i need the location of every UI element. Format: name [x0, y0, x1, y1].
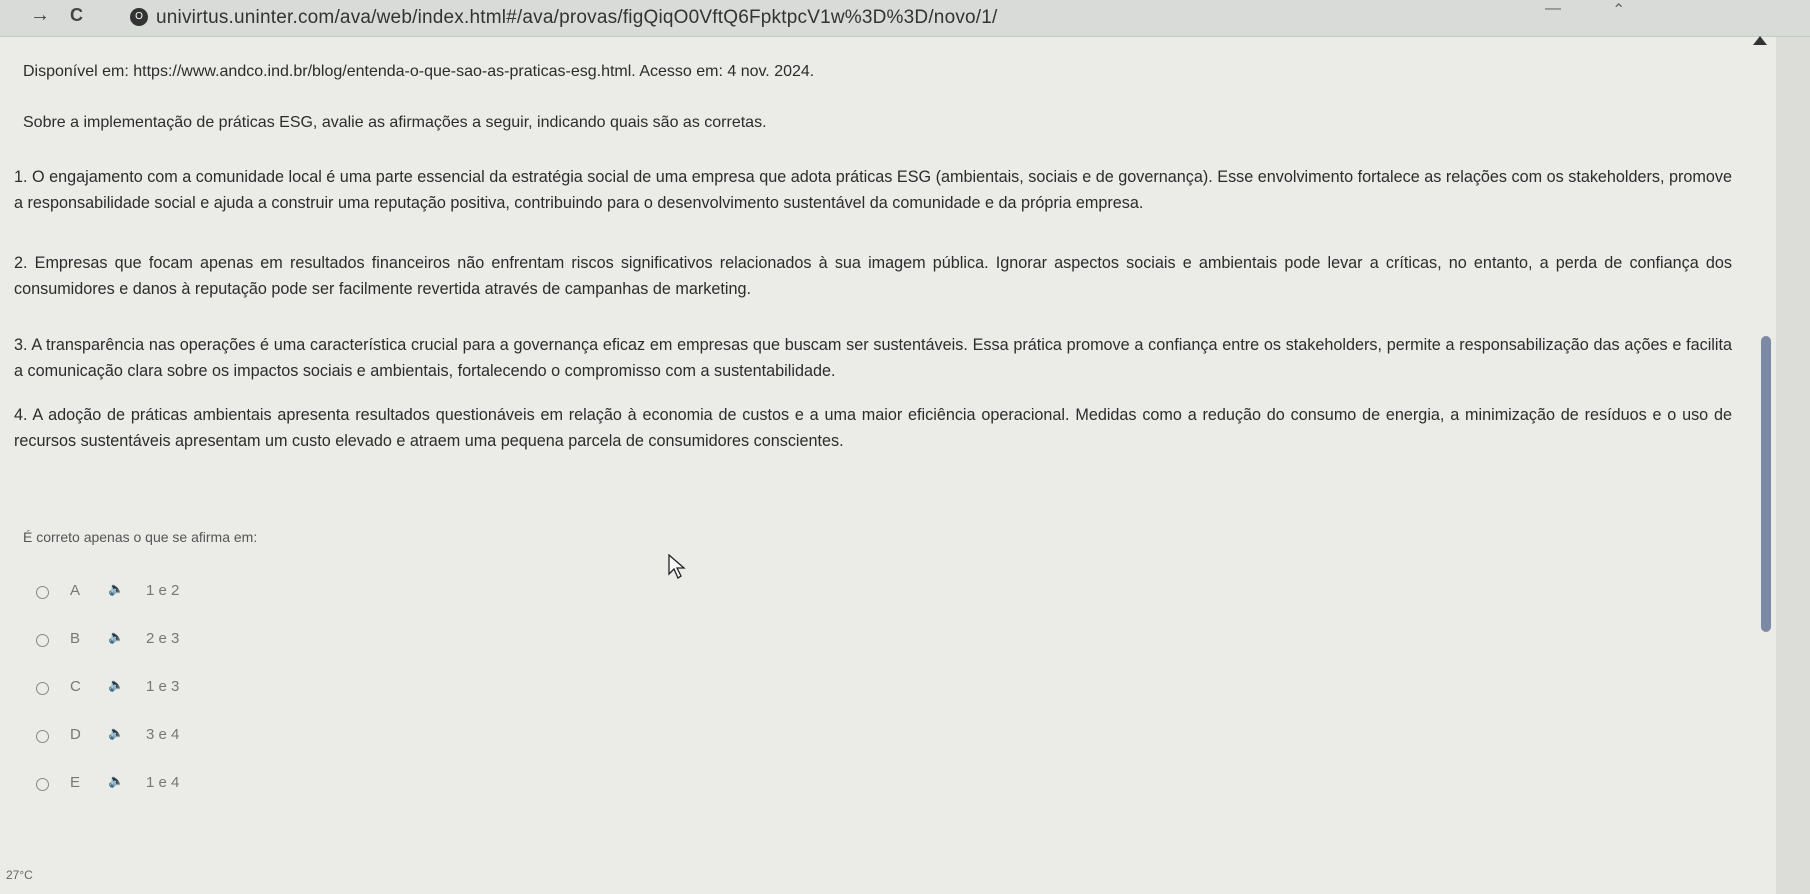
- forward-icon[interactable]: →: [30, 4, 50, 27]
- speaker-icon[interactable]: 🔈: [108, 725, 124, 741]
- speaker-icon[interactable]: 🔈: [108, 629, 124, 645]
- question-text: É correto apenas o que se afirma em:: [23, 529, 258, 545]
- option-letter: E: [70, 774, 81, 791]
- reload-icon[interactable]: C: [70, 5, 83, 26]
- option-text: 1 e 4: [146, 774, 180, 791]
- mouse-cursor-icon: [668, 554, 686, 579]
- radio-button[interactable]: [36, 634, 49, 647]
- maximize-icon[interactable]: ⌃: [1612, 0, 1625, 20]
- minimize-icon[interactable]: —: [1545, 0, 1561, 18]
- option-letter: C: [70, 678, 81, 695]
- radio-button[interactable]: [36, 682, 49, 695]
- statement-3: 3. A transparência nas operações é uma c…: [14, 336, 1732, 380]
- option-text: 1 e 3: [146, 678, 180, 695]
- statement-1: 1. O engajamento com a comunidade local …: [14, 168, 1732, 212]
- source-citation: Disponível em: https://www.andco.ind.br/…: [23, 63, 815, 80]
- site-info-icon[interactable]: O: [130, 8, 148, 26]
- option-letter: B: [70, 630, 81, 647]
- speaker-icon[interactable]: 🔈: [108, 677, 124, 693]
- option-text: 3 e 4: [146, 726, 180, 743]
- radio-button[interactable]: [36, 730, 49, 743]
- browser-toolbar: → C O univirtus.uninter.com/ava/web/inde…: [0, 0, 1810, 37]
- weather-temperature: 27°C: [6, 868, 33, 882]
- statement-4: 4. A adoção de práticas ambientais apres…: [14, 406, 1732, 450]
- statement-2: 2. Empresas que focam apenas em resultad…: [14, 254, 1732, 298]
- scroll-up-icon[interactable]: [1753, 36, 1767, 45]
- scrollbar-thumb[interactable]: [1761, 336, 1771, 632]
- option-text: 2 e 3: [146, 630, 180, 647]
- radio-button[interactable]: [36, 778, 49, 791]
- scrollbar-track[interactable]: [1776, 37, 1810, 894]
- address-bar[interactable]: univirtus.uninter.com/ava/web/index.html…: [156, 7, 998, 29]
- option-letter: D: [70, 726, 81, 743]
- radio-button[interactable]: [36, 586, 49, 599]
- speaker-icon[interactable]: 🔈: [108, 773, 124, 789]
- question-prompt: Sobre a implementação de práticas ESG, a…: [23, 114, 767, 131]
- option-text: 1 e 2: [146, 582, 180, 599]
- speaker-icon[interactable]: 🔈: [108, 581, 124, 597]
- option-letter: A: [70, 582, 81, 599]
